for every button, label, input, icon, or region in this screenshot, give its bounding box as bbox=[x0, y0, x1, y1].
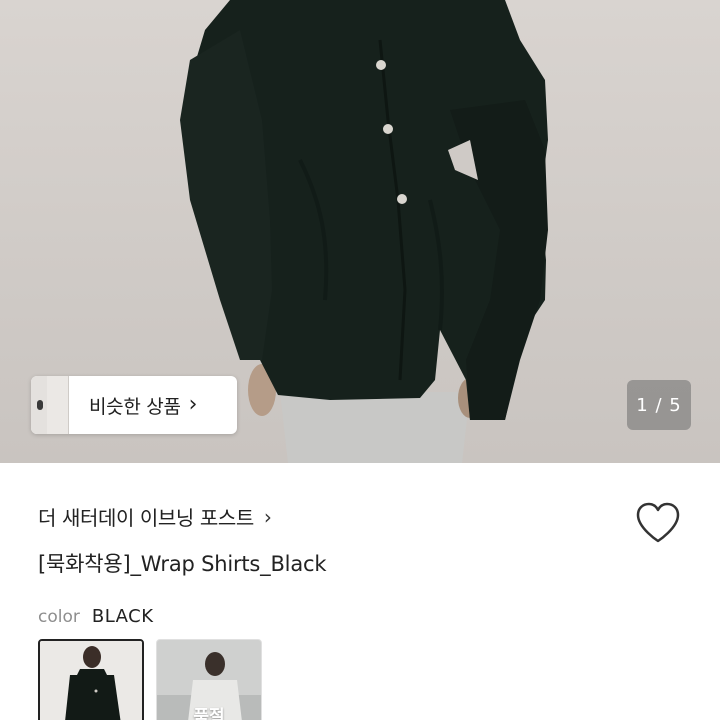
soldout-badge: 품절 bbox=[193, 707, 225, 720]
swatch-photo bbox=[40, 641, 142, 720]
similar-products-label: 비슷한 상품 bbox=[89, 395, 181, 418]
color-swatch-selected[interactable] bbox=[38, 639, 144, 720]
color-option-value: BLACK bbox=[91, 606, 154, 627]
similar-products-button[interactable]: 비슷한 상품 › bbox=[31, 376, 237, 434]
similar-thumbnail bbox=[47, 376, 69, 434]
heart-outline-icon[interactable] bbox=[634, 500, 682, 546]
chevron-right-icon: › bbox=[263, 504, 272, 529]
product-image-gallery[interactable]: 비슷한 상품 › 1 / 5 bbox=[0, 0, 720, 463]
shop-link[interactable]: 더 새터데이 이브닝 포스트 › bbox=[38, 502, 272, 531]
color-swatch-soldout[interactable]: 품절 bbox=[156, 639, 262, 720]
chevron-right-icon: › bbox=[188, 392, 198, 417]
color-option-key: color bbox=[38, 607, 80, 627]
product-title: [묵화착용]_Wrap Shirts_Black bbox=[38, 552, 327, 576]
shop-name: 더 새터데이 이브닝 포스트 bbox=[38, 506, 254, 530]
similar-products-thumbnails bbox=[31, 376, 71, 434]
color-option: color BLACK bbox=[38, 606, 154, 627]
image-page-counter: 1 / 5 bbox=[627, 380, 691, 430]
